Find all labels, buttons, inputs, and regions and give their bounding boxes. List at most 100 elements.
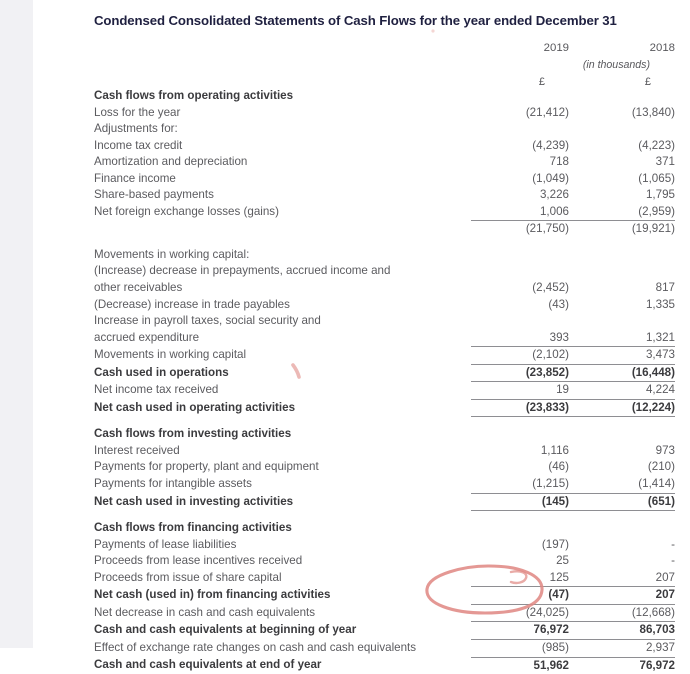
row-value-2019: 718 xyxy=(549,155,569,169)
row-label: Payments of lease liabilities xyxy=(94,537,237,551)
row-label: Proceeds from issue of share capital xyxy=(94,571,282,585)
statement-sheet: Condensed Consolidated Statements of Cas… xyxy=(33,0,690,674)
row-value-2018: 1,321 xyxy=(645,330,675,344)
row-value-2019 xyxy=(471,121,569,138)
table-row: Loss for the year (21,412) (13,840) xyxy=(94,105,675,122)
table-row: Amortization and depreciation 718 371 xyxy=(94,154,675,171)
table-row: Cash flows from operating activities xyxy=(94,88,675,105)
row-value-2018: (1,414) xyxy=(638,477,675,491)
row-value-2018: 973 xyxy=(655,443,675,457)
row-value-2018 xyxy=(569,247,675,264)
row-value-2019: (4,239) xyxy=(532,138,569,152)
table-row: Proceeds from issue of share capital 125 2… xyxy=(94,570,675,587)
row-value-2019: 125 xyxy=(549,570,569,584)
row-label: Payments for property, plant and equipme… xyxy=(94,460,319,474)
currency-symbol-2018: £ xyxy=(644,76,651,88)
row-label: Net decrease in cash and cash equivalent… xyxy=(94,605,316,619)
table-row: Net cash used in investing activities (14… xyxy=(94,492,675,512)
table-row: Cash used in operations (23,852) (16,448) xyxy=(94,363,675,382)
row-value-2018: (1,065) xyxy=(638,171,675,185)
row-value-2018: (13,840) xyxy=(631,105,675,119)
table-row: Net decrease in cash and cash equivalent… xyxy=(94,603,675,622)
row-value-2018: (4,223) xyxy=(638,138,675,152)
table-row: Share-based payments 3,226 1,795 xyxy=(94,187,675,204)
red-ink-fleck xyxy=(431,29,435,33)
row-spacer xyxy=(94,511,675,521)
row-value-2019: (23,852) xyxy=(471,363,569,382)
row-value-2018: 86,703 xyxy=(569,621,675,640)
row-value-2019: (985) xyxy=(471,638,569,657)
row-value-2018: 3,473 xyxy=(569,346,675,365)
row-value-2019 xyxy=(471,426,569,443)
table-row: Cash and cash equivalents at beginning o… xyxy=(94,621,675,640)
row-label: Net foreign exchange losses (gains) xyxy=(94,205,279,219)
row-label: Movements in working capital xyxy=(94,348,247,362)
row-value-2018: (2,959) xyxy=(638,204,675,218)
row-label: Movements in working capital: xyxy=(94,247,250,261)
row-label: Increase in payroll taxes, social securi… xyxy=(94,314,321,328)
row-label: (Increase) decrease in prepayments, accr… xyxy=(94,264,391,278)
row-value-2019: (197) xyxy=(541,537,569,551)
row-label: Effect of exchange rate changes on cash … xyxy=(94,640,417,654)
table-row: Increase in payroll taxes, social securi… xyxy=(94,313,675,330)
row-value-2019: (24,025) xyxy=(471,603,569,622)
row-label: Adjustments for: xyxy=(94,122,178,136)
row-spacer xyxy=(94,417,675,427)
row-value-2019: (1,049) xyxy=(532,171,569,185)
table-row: (Increase) decrease in prepayments, accr… xyxy=(94,263,675,280)
row-label: Net cash (used in) from financing activi… xyxy=(94,588,331,602)
row-value-2018: 207 xyxy=(655,570,675,584)
row-value-2018 xyxy=(569,520,675,537)
table-row: (21,750) (19,921) xyxy=(94,220,675,238)
row-label: Share-based payments xyxy=(94,188,214,202)
document-page: Condensed Consolidated Statements of Cas… xyxy=(0,0,690,674)
table-row: Net cash (used in) from financing activi… xyxy=(94,586,675,605)
row-spacer xyxy=(94,238,675,247)
row-value-2018: (210) xyxy=(647,460,675,474)
row-value-2019: 76,972 xyxy=(471,621,569,640)
row-label: (Decrease) increase in trade payables xyxy=(94,297,290,311)
row-value-2018: 4,224 xyxy=(569,381,675,400)
table-row: Net income tax received 19 4,224 xyxy=(94,381,675,400)
table-row: (Decrease) increase in trade payables (43… xyxy=(94,297,675,314)
row-value-2018: 2,937 xyxy=(569,638,675,657)
row-value-2019: (21,412) xyxy=(525,105,569,119)
row-value-2018 xyxy=(569,88,675,105)
row-value-2018: 207 xyxy=(569,586,675,605)
row-label: Loss for the year xyxy=(94,105,181,119)
table-row: Cash and cash equivalents at end of year… xyxy=(94,656,675,674)
row-value-2019: 1,116 xyxy=(540,443,569,457)
row-value-2019: (47) xyxy=(471,586,569,605)
row-label: Finance income xyxy=(94,171,176,185)
row-value-2019 xyxy=(471,247,569,264)
row-value-2018: (16,448) xyxy=(569,363,675,382)
table-row: Net foreign exchange losses (gains) 1,006… xyxy=(94,204,675,221)
currency-symbol-2019: £ xyxy=(538,76,545,88)
table-row: Income tax credit (4,239) (4,223) xyxy=(94,138,675,155)
row-value-2018 xyxy=(569,426,675,443)
table-row: Payments of lease liabilities (197) - xyxy=(94,537,675,554)
row-value-2018: 371 xyxy=(655,155,675,169)
row-value-2019: (1,215) xyxy=(532,477,569,491)
row-label: Net cash used in operating activities xyxy=(94,400,296,414)
row-value-2018 xyxy=(569,121,675,138)
row-value-2019: 19 xyxy=(471,381,569,400)
row-value-2018: (12,668) xyxy=(569,603,675,622)
cash-flow-statement-table: Cash flows from operating activities Loss… xyxy=(94,88,675,674)
row-value-2019 xyxy=(471,263,569,280)
table-row: Payments for property, plant and equipme… xyxy=(94,459,675,476)
table-row: Effect of exchange rate changes on cash … xyxy=(94,638,675,657)
row-label: accrued expenditure xyxy=(94,330,200,344)
row-label: Cash flows from investing activities xyxy=(94,427,292,441)
row-value-2019: (46) xyxy=(548,460,569,474)
column-headers: 2019 2018 (in thousands) £ £ xyxy=(94,42,675,88)
left-margin-gutter xyxy=(0,0,33,648)
row-label: Cash and cash equivalents at beginning o… xyxy=(94,623,357,637)
column-header-year-2019: 2019 xyxy=(543,42,569,54)
row-label: Cash flows from financing activities xyxy=(94,521,292,535)
row-label: Cash flows from operating activities xyxy=(94,89,294,102)
row-value-2018: - xyxy=(671,554,675,568)
row-label: Interest received xyxy=(94,443,180,457)
table-row: Cash flows from financing activities xyxy=(94,520,675,537)
row-value-2018: 1,335 xyxy=(645,297,675,311)
